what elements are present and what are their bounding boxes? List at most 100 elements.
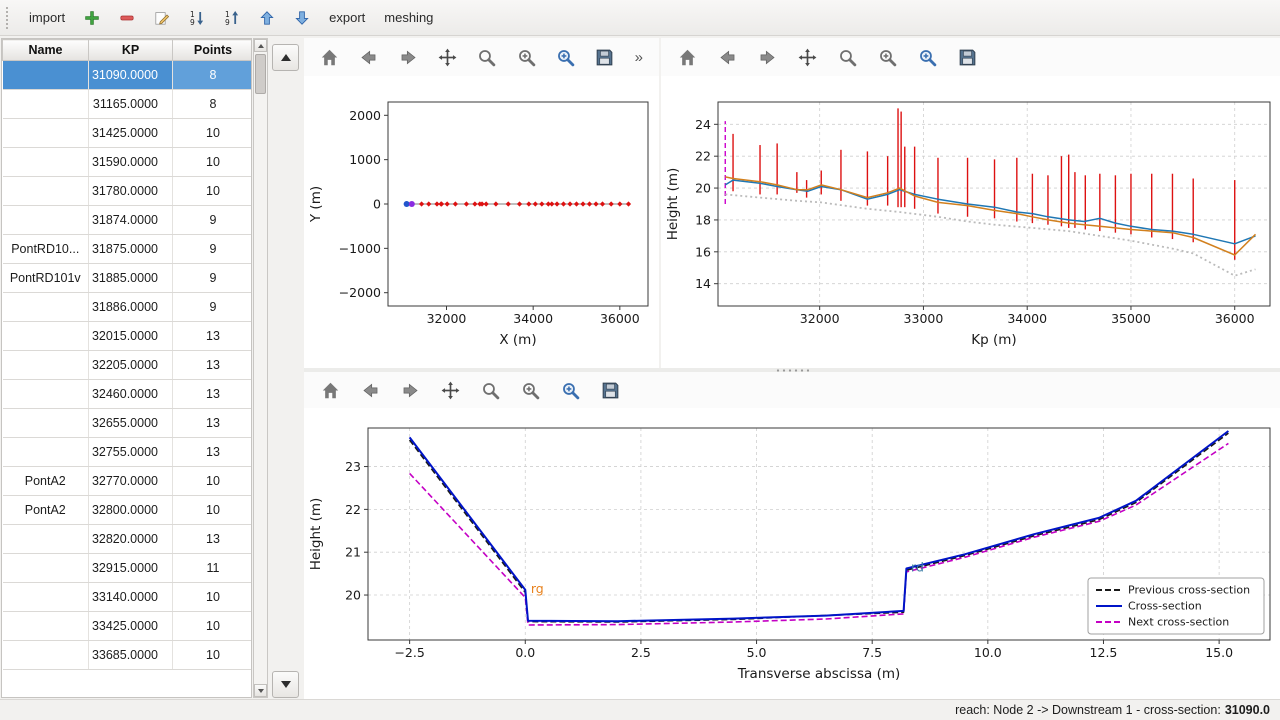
cell-name[interactable] [3,61,89,90]
cell-kp[interactable]: 33140.0000 [89,583,173,612]
home-button[interactable] [316,43,343,71]
longitudinal-profile-figure[interactable]: 3200033000340003500036000141618202224Kp … [661,76,1280,371]
cell-name[interactable] [3,293,89,322]
table-row[interactable]: 32460.000013 [3,380,253,409]
table-row[interactable]: PontA232800.000010 [3,496,253,525]
cell-kp[interactable]: 32015.0000 [89,322,173,351]
back-button[interactable] [356,376,384,404]
cell-kp[interactable]: 32800.0000 [89,496,173,525]
table-row[interactable]: 33140.000010 [3,583,253,612]
table-row[interactable]: 32205.000013 [3,351,253,380]
table-row[interactable]: PontRD101v31885.00009 [3,264,253,293]
table-row[interactable]: 31780.000010 [3,177,253,206]
toolbar-grip[interactable] [6,7,13,29]
cell-points[interactable]: 10 [173,496,253,525]
cell-points[interactable]: 13 [173,351,253,380]
cell-name[interactable]: PontA2 [3,467,89,496]
cell-name[interactable]: PontRD101v [3,264,89,293]
zoom-in-button[interactable] [873,43,901,71]
zoom-button[interactable] [476,376,504,404]
table-row[interactable]: 32655.000013 [3,409,253,438]
column-header-kp[interactable]: KP [89,40,173,61]
add-cross-section-button[interactable] [76,6,108,30]
cell-name[interactable] [3,119,89,148]
cell-kp[interactable]: 31425.0000 [89,119,173,148]
table-row[interactable]: 33425.000010 [3,612,253,641]
forward-button[interactable] [396,376,424,404]
zoom-region-button[interactable] [552,43,579,71]
cell-points[interactable]: 13 [173,322,253,351]
table-row[interactable]: 31590.000010 [3,148,253,177]
export-button[interactable]: export [321,6,373,29]
zoom-region-button[interactable] [556,376,584,404]
cell-points[interactable]: 10 [173,641,253,670]
cell-points[interactable]: 8 [173,61,253,90]
column-header-name[interactable]: Name [3,40,89,61]
table-row[interactable]: 31165.00008 [3,90,253,119]
cell-name[interactable] [3,641,89,670]
table-row[interactable]: 32755.000013 [3,438,253,467]
cell-kp[interactable]: 32915.0000 [89,554,173,583]
import-button[interactable]: import [21,6,73,29]
cell-points[interactable]: 13 [173,525,253,554]
scrollbar-down-button[interactable] [254,684,267,697]
cell-kp[interactable]: 33685.0000 [89,641,173,670]
cell-kp[interactable]: 31885.0000 [89,264,173,293]
column-header-points[interactable]: Points [173,40,253,61]
zoom-button[interactable] [833,43,861,71]
plan-view-figure[interactable]: 320003400036000−2000−1000010002000X (m)Y… [304,76,659,371]
cell-points[interactable]: 10 [173,467,253,496]
move-down-button[interactable] [286,6,318,30]
cell-name[interactable] [3,148,89,177]
cell-points[interactable]: 10 [173,583,253,612]
home-button[interactable] [673,43,701,71]
save-button[interactable] [596,376,624,404]
cell-kp[interactable]: 32460.0000 [89,380,173,409]
cell-name[interactable]: PontA2 [3,496,89,525]
save-button[interactable] [591,43,618,71]
table-scrollbar[interactable] [253,38,268,698]
cell-name[interactable] [3,351,89,380]
toolbar-overflow-button[interactable]: » [631,49,647,66]
zoom-region-button[interactable] [913,43,941,71]
pan-button[interactable] [436,376,464,404]
save-button[interactable] [953,43,981,71]
table-row[interactable]: 33685.000010 [3,641,253,670]
sort-ascending-button[interactable]: 19 [181,6,213,30]
cell-kp[interactable]: 31874.0000 [89,206,173,235]
table-row[interactable]: PontRD10...31875.00009 [3,235,253,264]
cross-section-figure[interactable]: −2.50.02.55.07.510.012.515.020212223Tran… [304,408,1280,701]
cell-name[interactable] [3,322,89,351]
cell-kp[interactable]: 31590.0000 [89,148,173,177]
meshing-button[interactable]: meshing [376,6,441,29]
cell-name[interactable] [3,554,89,583]
cell-name[interactable] [3,380,89,409]
scrollbar-thumb[interactable] [255,54,266,94]
cell-name[interactable] [3,177,89,206]
back-button[interactable] [713,43,741,71]
cell-kp[interactable]: 32655.0000 [89,409,173,438]
cell-kp[interactable]: 31780.0000 [89,177,173,206]
remove-cross-section-button[interactable] [111,6,143,30]
cell-name[interactable] [3,525,89,554]
forward-button[interactable] [395,43,422,71]
cell-kp[interactable]: 31165.0000 [89,90,173,119]
zoom-in-button[interactable] [516,376,544,404]
cell-points[interactable]: 13 [173,380,253,409]
table-row[interactable]: 31886.00009 [3,293,253,322]
cell-kp[interactable]: 32820.0000 [89,525,173,554]
cell-name[interactable]: PontRD10... [3,235,89,264]
edit-cross-section-button[interactable] [146,6,178,30]
pan-button[interactable] [434,43,461,71]
pan-button[interactable] [793,43,821,71]
cell-name[interactable] [3,409,89,438]
cell-points[interactable]: 9 [173,264,253,293]
cell-kp[interactable]: 32205.0000 [89,351,173,380]
table-row[interactable]: 31874.00009 [3,206,253,235]
table-row[interactable]: 31425.000010 [3,119,253,148]
cell-kp[interactable]: 31090.0000 [89,61,173,90]
cell-kp[interactable]: 31886.0000 [89,293,173,322]
table-row[interactable]: 31090.00008 [3,61,253,90]
cell-kp[interactable]: 31875.0000 [89,235,173,264]
move-up-button[interactable] [251,6,283,30]
